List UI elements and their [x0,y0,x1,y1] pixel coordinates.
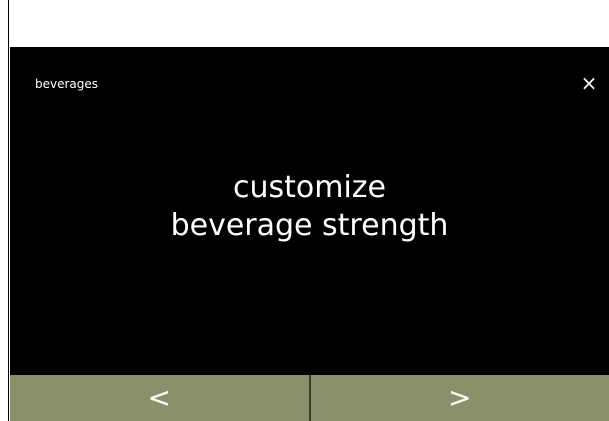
chevron-left-icon: < [147,381,171,414]
left-border-line [8,0,9,421]
next-button[interactable]: > [311,375,609,421]
feature-title-line-2: beverage strength [170,208,449,243]
chevron-right-icon: > [448,381,472,414]
bottom-navigation: < > [10,375,609,421]
page: beverages × customize beverage strength … [0,0,609,421]
screen-title: beverages [35,77,99,91]
beverage-screen: beverages × customize beverage strength … [10,47,609,421]
close-button[interactable]: × [579,73,599,93]
feature-title: customize beverage strength [10,169,609,245]
previous-button[interactable]: < [10,375,309,421]
close-icon: × [580,71,598,95]
feature-title-line-1: customize [232,170,387,205]
